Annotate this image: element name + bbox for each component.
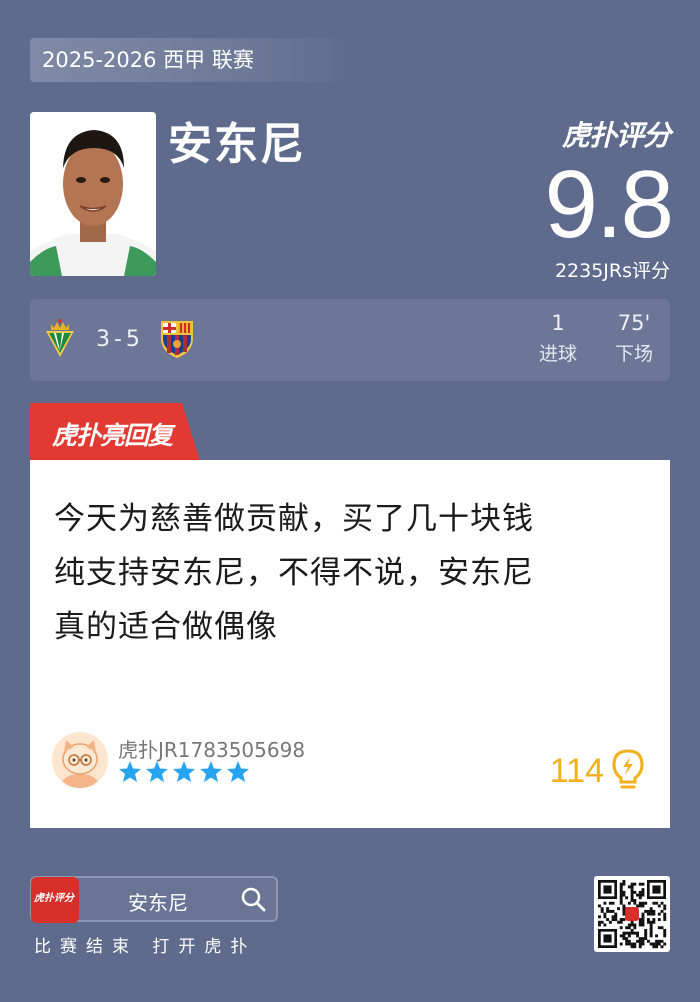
substituted-minute: 75' [617, 311, 651, 335]
rating-stars [118, 760, 252, 788]
star-icon [173, 761, 195, 782]
player-name: 安东尼 [168, 119, 306, 170]
open-hupu-caption: 比赛结束 打开虎扑 [34, 937, 257, 957]
search-icon[interactable] [240, 886, 266, 916]
rating-votes: 2235JRs评分 [554, 260, 670, 282]
star-icon [227, 761, 249, 782]
star-icon [119, 761, 141, 782]
player-photo [30, 112, 156, 276]
substituted-stat: 75' 下场 [606, 311, 662, 366]
season-label: 2025-2026 西甲 联赛 [30, 38, 350, 82]
qr-code [594, 876, 670, 952]
rating-score: 9.8 [544, 151, 674, 258]
user-avatar [52, 732, 108, 788]
username[interactable]: 虎扑JR1783505698 [118, 734, 305, 763]
search-bar[interactable]: 虎扑评分 安东尼 [30, 876, 278, 923]
lightbulb-like-icon[interactable] [610, 748, 646, 796]
hupu-app-icon: 虎扑评分 [31, 877, 79, 923]
fc-barcelona-crest-icon [158, 318, 196, 364]
goals-value: 1 [551, 311, 565, 335]
substituted-label: 下场 [614, 343, 653, 365]
hupu-rating-brand: 虎扑评分 [561, 119, 671, 152]
goals-label: 进球 [538, 343, 577, 365]
highlight-reply-tag: 虎扑亮回复 [30, 403, 200, 461]
comment-text: 今天为慈善做贡献，买了几十块钱 纯支持安东尼，不得不说，安东尼 真的适合做偶像 [54, 492, 654, 654]
comment-line: 今天为慈善做贡献，买了几十块钱 [54, 501, 534, 537]
real-betis-crest-icon [40, 317, 80, 363]
search-query: 安东尼 [128, 891, 188, 915]
highlight-reply-text: 虎扑亮回复 [52, 421, 173, 450]
goals-stat: 1 进球 [530, 311, 586, 366]
comment-line: 真的适合做偶像 [54, 609, 278, 645]
star-icon [200, 761, 222, 782]
match-score: 3-5 [96, 327, 144, 352]
comment-line: 纯支持安东尼，不得不说，安东尼 [54, 555, 534, 591]
app-icon-label: 虎扑评分 [34, 893, 74, 904]
comment-card: 今天为慈善做贡献，买了几十块钱 纯支持安东尼，不得不说，安东尼 真的适合做偶像 … [30, 460, 670, 828]
like-count: 114 [549, 752, 604, 790]
star-icon [146, 761, 168, 782]
match-panel: 3-5 1 进球 75' 下场 [30, 299, 670, 381]
